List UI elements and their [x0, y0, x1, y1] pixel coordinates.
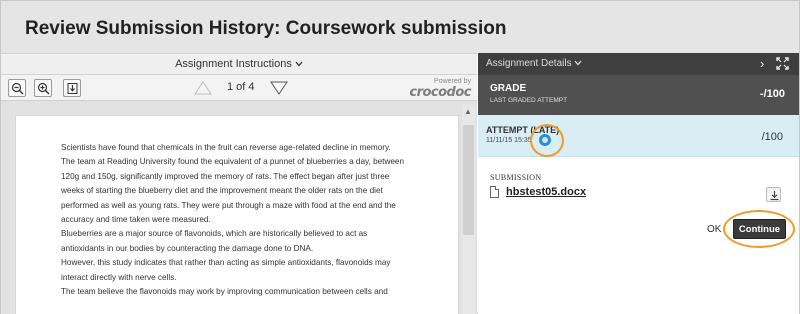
- highlight-ring: [723, 210, 795, 248]
- assignment-details-toggle[interactable]: Assignment Details: [486, 58, 582, 69]
- page-title: Review Submission History: Coursework su…: [25, 18, 507, 39]
- highlight-ring: [530, 124, 564, 157]
- doc-line: weeks of starting the blueberry diet and…: [61, 186, 383, 196]
- scrollbar-thumb[interactable]: [463, 125, 474, 235]
- page-indicator: 1 of 4: [227, 81, 255, 93]
- doc-line: interact directly with nerve cells.: [61, 272, 177, 282]
- doc-line: Scientists have found that chemicals in …: [61, 143, 391, 152]
- doc-line: antioxidants in our bodies by counteract…: [61, 243, 314, 253]
- zoom-in-button[interactable]: [34, 79, 52, 97]
- grade-value: -/100: [759, 88, 785, 100]
- download-file-button[interactable]: [766, 187, 781, 202]
- file-icon: [490, 186, 499, 198]
- document-page: Scientists have found that chemicals in …: [15, 115, 459, 314]
- assignment-details-bar: Assignment Details ›: [478, 53, 799, 75]
- crocodoc-brand: crocodoc: [409, 85, 471, 100]
- expand-icon[interactable]: [776, 57, 789, 75]
- triangle-up-icon: [194, 81, 212, 95]
- scroll-up-icon[interactable]: ▲: [464, 107, 472, 116]
- doc-line: performed as well as young rats. They we…: [61, 200, 396, 210]
- download-icon: [67, 83, 78, 94]
- zoom-in-icon: [37, 82, 50, 95]
- next-page-button[interactable]: [269, 78, 289, 98]
- doc-line: 120g and 150g, significantly improved th…: [61, 171, 390, 181]
- document-text: Scientists have found that chemicals in …: [61, 141, 421, 299]
- assignment-instructions-label: Assignment Instructions: [1, 58, 477, 70]
- page-header: Review Submission History: Coursework su…: [1, 1, 799, 53]
- document-toolbar: 1 of 4 Powered by crocodoc: [1, 75, 477, 101]
- doc-line: The team at Reading University found the…: [61, 157, 405, 167]
- doc-line: Blueberries are a major source of flavon…: [61, 229, 368, 239]
- zoom-out-button[interactable]: [8, 79, 26, 97]
- download-document-button[interactable]: [63, 79, 81, 97]
- assignment-instructions-text: Assignment Instructions: [175, 58, 292, 70]
- doc-line: accuracy and time taken were measured.: [61, 215, 211, 225]
- details-pane: Assignment Details › GRADE LAST GRADED A…: [478, 53, 799, 314]
- zoom-out-icon: [11, 82, 24, 95]
- previous-page-button[interactable]: [193, 78, 213, 98]
- grade-subtitle: LAST GRADED ATTEMPT: [490, 97, 568, 104]
- download-icon: [770, 191, 779, 201]
- attempt-date: 11/11/15 15:35: [486, 137, 532, 144]
- chevron-down-icon: [574, 58, 582, 69]
- triangle-down-icon: [270, 81, 288, 95]
- doc-line: The team believe the flavonoids may work…: [61, 287, 388, 297]
- ok-button[interactable]: OK: [707, 224, 721, 235]
- assignment-instructions-toggle[interactable]: Assignment Instructions: [1, 53, 477, 75]
- powered-by-text: Powered by: [434, 78, 471, 85]
- grade-panel: GRADE LAST GRADED ATTEMPT -/100: [478, 75, 799, 115]
- grade-title: GRADE: [490, 83, 527, 94]
- powered-by-logo: Powered by crocodoc: [405, 78, 471, 100]
- chevron-right-icon[interactable]: ›: [760, 56, 764, 71]
- chevron-down-icon: [295, 58, 303, 70]
- attempt-row[interactable]: ATTEMPT (LATE) 11/11/15 15:35 /100: [478, 115, 799, 157]
- doc-line: However, this study indicates that rathe…: [61, 258, 391, 268]
- submission-file-link[interactable]: hbstest05.docx: [506, 186, 586, 198]
- instructions-pane: Assignment Instructions 1 of 4 Powered b…: [1, 53, 477, 314]
- submission-label: SUBMISSION: [490, 173, 542, 182]
- document-viewer: Scientists have found that chemicals in …: [1, 101, 477, 314]
- assignment-details-label: Assignment Details: [486, 58, 572, 69]
- attempt-score: /100: [761, 131, 783, 143]
- document-scrollbar[interactable]: ▲: [462, 105, 475, 314]
